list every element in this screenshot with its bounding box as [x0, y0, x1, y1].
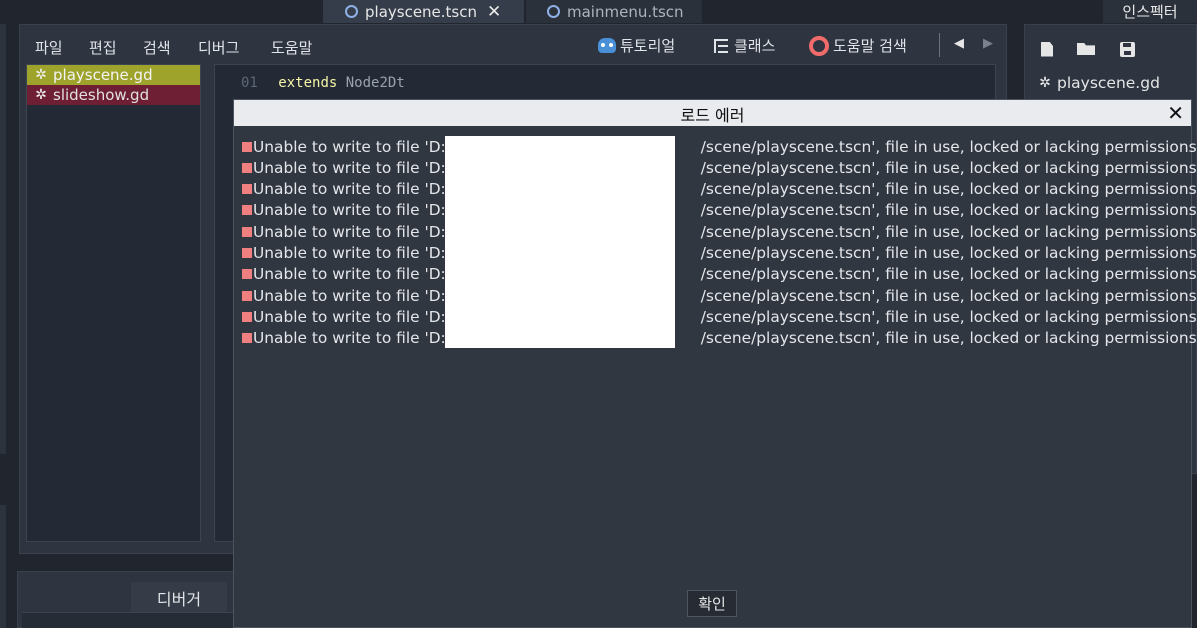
error-prefix: Unable to write to file 'D:: [253, 180, 446, 199]
error-line: Unable to write to file 'D: /scene/playsc…: [242, 264, 1197, 285]
tutorial-button[interactable]: 튜토리얼: [598, 35, 675, 56]
tab-inspector[interactable]: 인스펙터: [1103, 0, 1197, 23]
ok-button-label: 확인: [698, 595, 726, 613]
dialog-title: 로드 에러: [680, 106, 745, 125]
class-tree-icon: [714, 38, 728, 53]
code-line: 01 extends Node2Dt: [241, 75, 405, 91]
tab-debugger[interactable]: 디버거: [131, 582, 227, 614]
error-line: Unable to write to file 'D: /scene/playsc…: [242, 285, 1197, 306]
error-bullet-icon: [242, 141, 252, 152]
error-suffix: /scene/playscene.tscn', file in use, loc…: [700, 286, 1197, 305]
new-resource-icon[interactable]: [1038, 40, 1056, 58]
menu-help[interactable]: 도움말: [271, 37, 312, 58]
error-prefix: Unable to write to file 'D:: [253, 307, 446, 326]
tab-debugger-label: 디버거: [156, 590, 202, 609]
redaction-box: [445, 136, 675, 348]
script-item-label: slideshow.gd: [53, 86, 150, 104]
tab-mainmenu-label: mainmenu.tscn: [567, 2, 684, 21]
error-bullet-icon: [242, 205, 252, 216]
inspector-file-label: playscene.gd: [1057, 74, 1160, 92]
script-item-label: playscene.gd: [53, 66, 153, 84]
error-bullet-icon: [242, 269, 252, 280]
error-line: Unable to write to file 'D: /scene/playsc…: [242, 328, 1197, 349]
menu-file[interactable]: 파일: [35, 37, 63, 58]
code-identifier: Node2Dt: [345, 75, 405, 91]
lifebuoy-icon: [809, 35, 829, 56]
classes-label: 클래스: [734, 37, 776, 55]
gear-icon: ✲: [1039, 75, 1051, 91]
error-bullet-icon: [242, 290, 252, 301]
error-bullet-icon: [242, 162, 252, 173]
error-line: Unable to write to file 'D: /scene/playsc…: [242, 243, 1197, 264]
tab-playscene-label: playscene.tscn: [365, 2, 478, 21]
error-bullet-icon: [242, 226, 252, 237]
load-error-dialog: 로드 에러 ✕ Unable to write to file 'D: /scen…: [233, 99, 1197, 628]
error-prefix: Unable to write to file 'D:: [253, 201, 446, 220]
menu-search[interactable]: 검색: [143, 37, 171, 58]
error-suffix: /scene/playscene.tscn', file in use, loc…: [700, 180, 1197, 199]
code-keyword: extends: [278, 75, 338, 91]
error-bullet-icon: [242, 248, 252, 258]
ok-button[interactable]: 확인: [687, 590, 737, 617]
script-item-playscene[interactable]: ✲ playscene.gd: [27, 65, 200, 85]
error-line: Unable to write to file 'D: /scene/playsc…: [242, 221, 1197, 242]
dialog-title-bar: 로드 에러: [234, 100, 1191, 126]
error-bullet-icon: [242, 311, 252, 322]
error-prefix: Unable to write to file 'D:: [253, 265, 446, 284]
tab-close-icon[interactable]: ✕: [487, 2, 501, 22]
scene-icon: [345, 5, 358, 18]
open-folder-icon[interactable]: [1077, 40, 1095, 58]
tab-mainmenu[interactable]: mainmenu.tscn: [526, 0, 702, 23]
error-bullet-icon: [242, 184, 252, 195]
inspector-file-row[interactable]: ✲ playscene.gd: [1037, 74, 1160, 92]
error-prefix: Unable to write to file 'D:: [253, 244, 446, 262]
error-prefix: Unable to write to file 'D:: [253, 222, 446, 241]
save-icon[interactable]: [1118, 40, 1136, 58]
line-number: 01: [241, 75, 258, 91]
next-script-icon[interactable]: ▶: [983, 36, 993, 51]
error-line: Unable to write to file 'D: /scene/playsc…: [242, 136, 1197, 157]
error-line: Unable to write to file 'D: /scene/playsc…: [242, 200, 1197, 221]
gear-icon: ✲: [35, 67, 47, 83]
error-prefix: Unable to write to file 'D:: [253, 286, 446, 305]
close-icon[interactable]: ✕: [1167, 100, 1184, 126]
error-prefix: Unable to write to file 'D:: [253, 329, 446, 348]
error-suffix: /scene/playscene.tscn', file in use, loc…: [700, 201, 1197, 220]
error-line: Unable to write to file 'D: /scene/playsc…: [242, 179, 1197, 200]
classes-button[interactable]: 클래스: [714, 35, 775, 56]
tab-playscene[interactable]: playscene.tscn ✕: [323, 0, 524, 23]
left-edge-panel-lower: [0, 505, 6, 628]
godot-icon: [598, 38, 616, 53]
menu-debug[interactable]: 디버그: [198, 37, 239, 58]
tab-inspector-label: 인스펙터: [1122, 3, 1178, 21]
help-search-button[interactable]: 도움말 검색: [809, 35, 907, 56]
error-suffix: /scene/playscene.tscn', file in use, loc…: [700, 265, 1197, 284]
error-suffix: /scene/playscene.tscn', file in use, loc…: [700, 158, 1197, 177]
tutorial-label: 튜토리얼: [620, 37, 676, 55]
menu-edit[interactable]: 편집: [89, 37, 117, 58]
prev-script-icon[interactable]: ◀: [954, 36, 964, 51]
error-prefix: Unable to write to file 'D:: [253, 158, 446, 177]
script-item-slideshow[interactable]: ✲ slideshow.gd: [27, 85, 200, 105]
error-prefix: Unable to write to file 'D:: [253, 137, 446, 156]
scene-icon: [547, 5, 560, 18]
left-edge-panel: [0, 24, 6, 454]
script-list: ✲ playscene.gd ✲ slideshow.gd: [26, 64, 201, 542]
error-bullet-icon: [242, 333, 252, 344]
toolbar-divider: [939, 33, 940, 57]
error-line: Unable to write to file 'D: /scene/playsc…: [242, 306, 1197, 327]
error-suffix: /scene/playscene.tscn', file in use, loc…: [700, 244, 1197, 262]
help-search-label: 도움말 검색: [833, 37, 907, 55]
error-line: Unable to write to file 'D: /scene/playsc…: [242, 157, 1197, 178]
error-suffix: /scene/playscene.tscn', file in use, loc…: [700, 222, 1197, 241]
error-suffix: /scene/playscene.tscn', file in use, loc…: [700, 329, 1197, 348]
error-suffix: /scene/playscene.tscn', file in use, loc…: [700, 307, 1197, 326]
error-suffix: /scene/playscene.tscn', file in use, loc…: [700, 137, 1197, 156]
gear-icon: ✲: [35, 87, 47, 103]
